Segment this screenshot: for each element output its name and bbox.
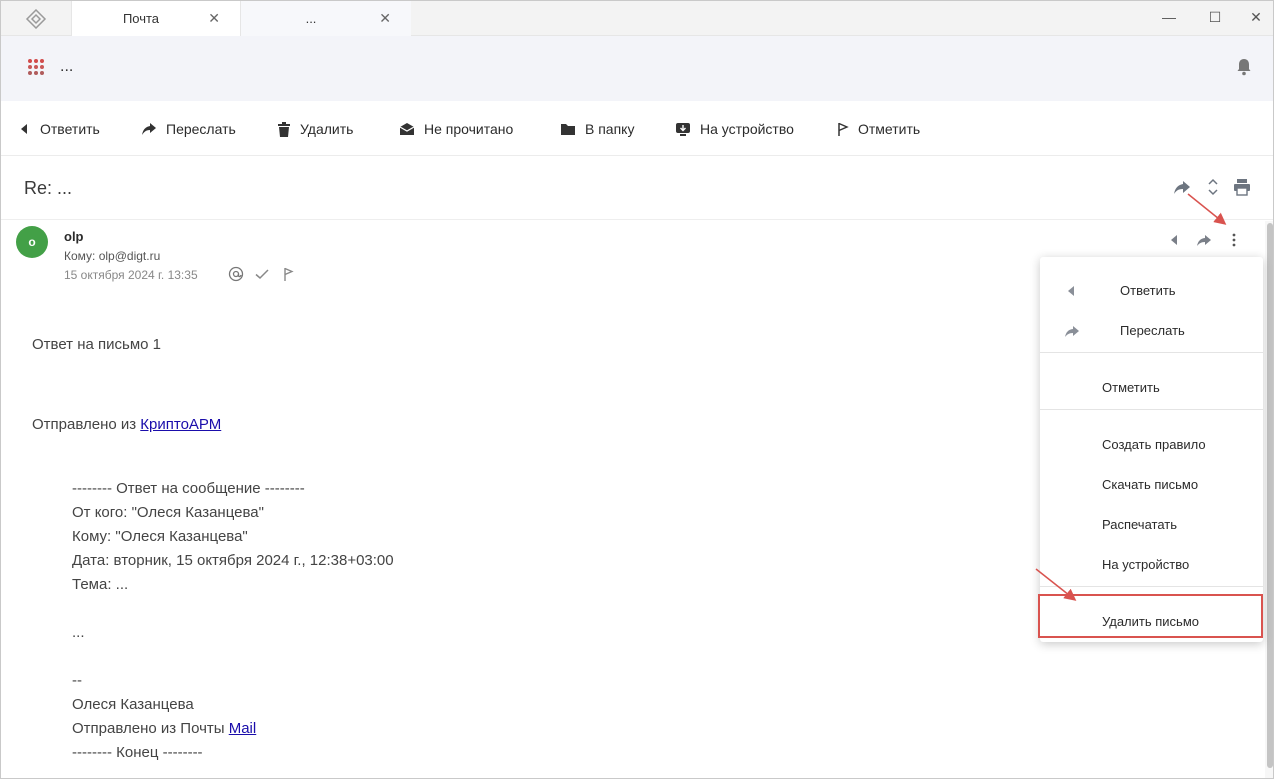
avatar: o — [16, 226, 48, 258]
signature-sent-from: Отправлено из Почты Mail — [72, 720, 256, 737]
flag-label: Отметить — [858, 121, 921, 137]
menu-item-forward[interactable]: Переслать — [1040, 313, 1263, 349]
reply-icon[interactable] — [1167, 232, 1183, 248]
save-to-device-button[interactable]: На устройство — [675, 119, 794, 139]
app-logo-icon — [25, 9, 47, 29]
signature-dash: -- — [72, 672, 82, 689]
signature-name: Олеся Казанцева — [72, 696, 194, 713]
menu-item-label: Создать правило — [1102, 437, 1206, 452]
reply-label: Ответить — [40, 121, 100, 137]
flag-icon[interactable] — [281, 266, 297, 282]
scrollbar-thumb[interactable] — [1267, 223, 1273, 768]
menu-item-label: Отметить — [1102, 380, 1160, 395]
menu-item-flag[interactable]: Отметить — [1040, 370, 1263, 406]
mention-icon[interactable] — [228, 266, 244, 282]
quote-from: От кого: "Олеся Казанцева" — [72, 504, 264, 521]
apps-grid-icon[interactable] — [28, 59, 44, 75]
sent-from-line: Отправлено из КриптоАРМ — [32, 416, 221, 433]
app-header: ... — [1, 36, 1273, 101]
flag-button[interactable]: Отметить — [837, 119, 920, 139]
menu-item-print[interactable]: Распечатать — [1040, 507, 1263, 543]
quote-footer: -------- Конец -------- — [72, 744, 203, 761]
window-close-icon[interactable]: ✕ — [1247, 9, 1265, 27]
flag-icon — [838, 122, 849, 136]
tab-message-label: ... — [305, 11, 317, 26]
menu-item-to-device[interactable]: На устройство — [1040, 547, 1263, 583]
menu-item-label: Переслать — [1120, 323, 1185, 338]
sent-from-prefix: Отправлено из — [32, 416, 141, 433]
subject-bar: Re: ... — [1, 156, 1273, 220]
mark-unread-label: Не прочитано — [424, 121, 514, 137]
forward-icon — [1065, 326, 1079, 337]
menu-divider — [1040, 409, 1263, 410]
folder-icon — [561, 123, 575, 135]
expand-collapse-icon[interactable] — [1204, 178, 1222, 196]
reply-button[interactable]: Ответить — [19, 119, 100, 139]
menu-divider — [1040, 352, 1263, 353]
quote-header: -------- Ответ на сообщение -------- — [72, 480, 305, 497]
move-to-folder-label: В папку — [585, 121, 635, 137]
tab-mail[interactable]: Почта ✕ — [71, 1, 241, 36]
print-icon[interactable] — [1233, 178, 1251, 196]
menu-divider — [1040, 586, 1263, 587]
sender-name[interactable]: olp — [64, 229, 84, 244]
message-context-menu: Ответить Переслать Отметить Создать прав… — [1040, 257, 1263, 642]
menu-item-label: Распечатать — [1102, 517, 1178, 532]
forward-button[interactable]: Переслать — [141, 119, 236, 139]
trash-icon — [278, 121, 290, 137]
check-icon[interactable] — [254, 266, 270, 282]
minimize-icon[interactable]: — — [1160, 9, 1178, 27]
signature-sent-prefix: Отправлено из Почты — [72, 720, 229, 737]
message-toolbar: Ответить Переслать Удалить Не прочитано … — [1, 101, 1273, 156]
close-icon[interactable]: ✕ — [208, 10, 220, 27]
menu-item-create-rule[interactable]: Создать правило — [1040, 427, 1263, 463]
tab-mail-label: Почта — [122, 11, 160, 26]
forward-icon[interactable] — [1196, 232, 1212, 248]
move-to-folder-button[interactable]: В папку — [560, 119, 634, 139]
more-options-icon[interactable] — [1226, 232, 1242, 248]
app-title: ... — [60, 58, 74, 75]
title-bar: Почта ✕ ... ✕ — ☐ ✕ — [1, 1, 1273, 36]
forward-label: Переслать — [166, 121, 236, 137]
tab-message[interactable]: ... ✕ — [241, 1, 411, 36]
delete-button[interactable]: Удалить — [277, 119, 353, 139]
message-subject: Re: ... — [24, 178, 73, 198]
quote-to: Кому: "Олеся Казанцева" — [72, 528, 248, 545]
mark-unread-button[interactable]: Не прочитано — [399, 119, 513, 139]
quote-date: Дата: вторник, 15 октября 2024 г., 12:38… — [72, 552, 394, 569]
quote-body: ... — [72, 624, 85, 641]
menu-item-label: Ответить — [1120, 283, 1176, 298]
reply-icon — [1068, 286, 1074, 296]
message-date: 15 октября 2024 г. 13:35 — [64, 268, 198, 282]
maximize-icon[interactable]: ☐ — [1206, 9, 1224, 27]
bell-icon[interactable] — [1236, 58, 1252, 76]
menu-item-label: Скачать письмо — [1102, 477, 1199, 492]
save-to-device-label: На устройство — [700, 121, 794, 137]
reply-icon — [21, 124, 27, 134]
delete-highlight-box — [1038, 594, 1263, 638]
open-envelope-icon — [399, 123, 415, 135]
menu-item-label: На устройство — [1102, 557, 1190, 572]
download-device-icon — [676, 122, 690, 136]
close-icon[interactable]: ✕ — [379, 10, 391, 27]
forward-icon — [142, 123, 156, 135]
mail-window: Почта ✕ ... ✕ — ☐ ✕ ... Ответить Пересла… — [0, 0, 1274, 779]
delete-label: Удалить — [300, 121, 354, 137]
cryptoarm-link[interactable]: КриптоАРМ — [140, 416, 221, 433]
recipient-line: Кому: olp@digt.ru — [64, 249, 161, 263]
menu-item-download[interactable]: Скачать письмо — [1040, 467, 1263, 503]
menu-item-reply[interactable]: Ответить — [1040, 273, 1263, 309]
forward-icon[interactable] — [1173, 178, 1191, 196]
quote-topic: Тема: ... — [72, 576, 129, 593]
mail-link[interactable]: Mail — [229, 720, 257, 737]
body-line: Ответ на письмо 1 — [32, 336, 161, 353]
